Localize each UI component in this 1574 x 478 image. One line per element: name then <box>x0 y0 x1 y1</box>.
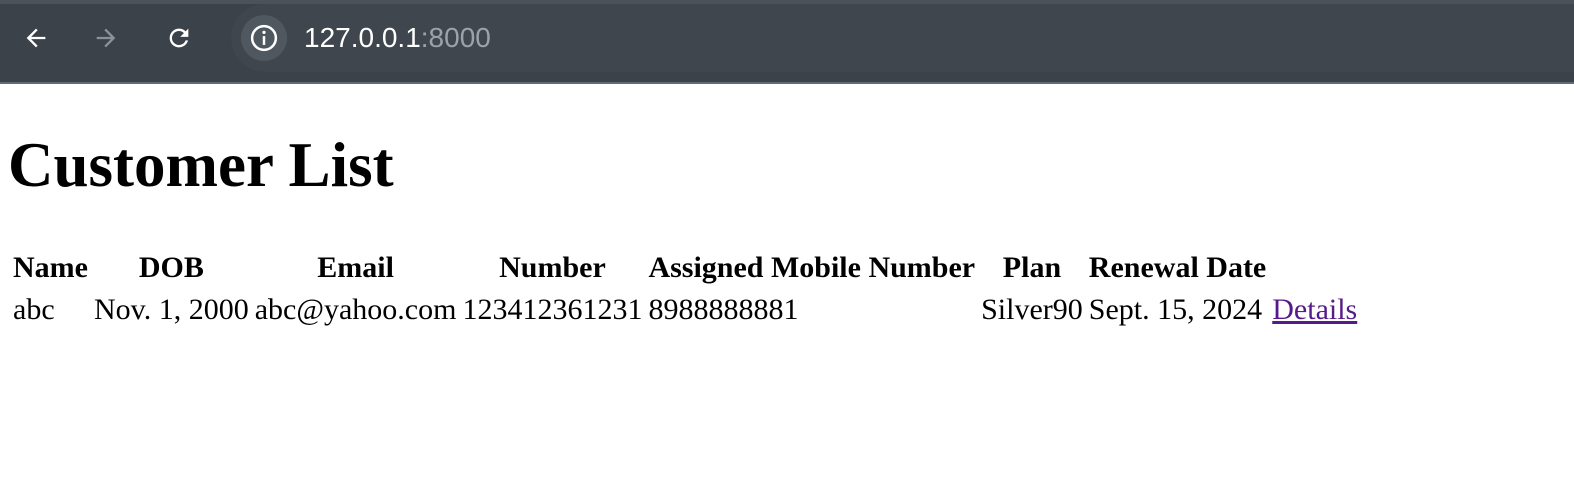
cell-renewal-date: Sept. 15, 2024 <box>1088 293 1263 326</box>
url-port: :8000 <box>420 22 491 53</box>
cell-assigned-mobile-number: 8988888881 <box>648 293 799 326</box>
page-title: Customer List <box>8 130 394 200</box>
site-info-button[interactable] <box>241 15 287 61</box>
header-email: Email <box>317 251 394 284</box>
back-arrow-icon <box>26 28 46 48</box>
header-number: Number <box>499 251 606 284</box>
url-text[interactable]: 127.0.0.1:8000 <box>304 21 491 55</box>
cell-email: abc@yahoo.com <box>254 293 457 326</box>
table-header-row: Name DOB Email Number Assigned Mobile Nu… <box>12 249 1358 287</box>
cell-number: 123412361231 <box>462 293 643 326</box>
cell-dob: Nov. 1, 2000 <box>93 293 249 326</box>
header-dob: DOB <box>138 251 204 284</box>
table-row: abc Nov. 1, 2000 abc@yahoo.com 123412361… <box>12 291 1358 329</box>
customer-table: Name DOB Email Number Assigned Mobile Nu… <box>8 245 1362 333</box>
forward-button[interactable] <box>86 18 126 58</box>
header-renewal-date: Renewal Date <box>1088 251 1267 284</box>
site-info-icon <box>250 24 278 52</box>
browser-toolbar: 127.0.0.1:8000 <box>0 0 1574 84</box>
back-button[interactable] <box>16 18 56 58</box>
header-assigned-mobile-number: Assigned Mobile Number <box>648 251 976 284</box>
cell-plan: Silver90 <box>981 293 1083 326</box>
header-plan: Plan <box>1002 251 1062 284</box>
url-host: 127.0.0.1 <box>304 22 421 53</box>
reload-button[interactable] <box>159 18 199 58</box>
details-link[interactable]: Details <box>1272 293 1357 326</box>
cell-name: abc <box>13 293 55 326</box>
forward-arrow-icon <box>96 28 116 48</box>
reload-icon <box>169 28 189 48</box>
cell-details: Details <box>1271 291 1358 329</box>
header-name: Name <box>13 251 88 284</box>
